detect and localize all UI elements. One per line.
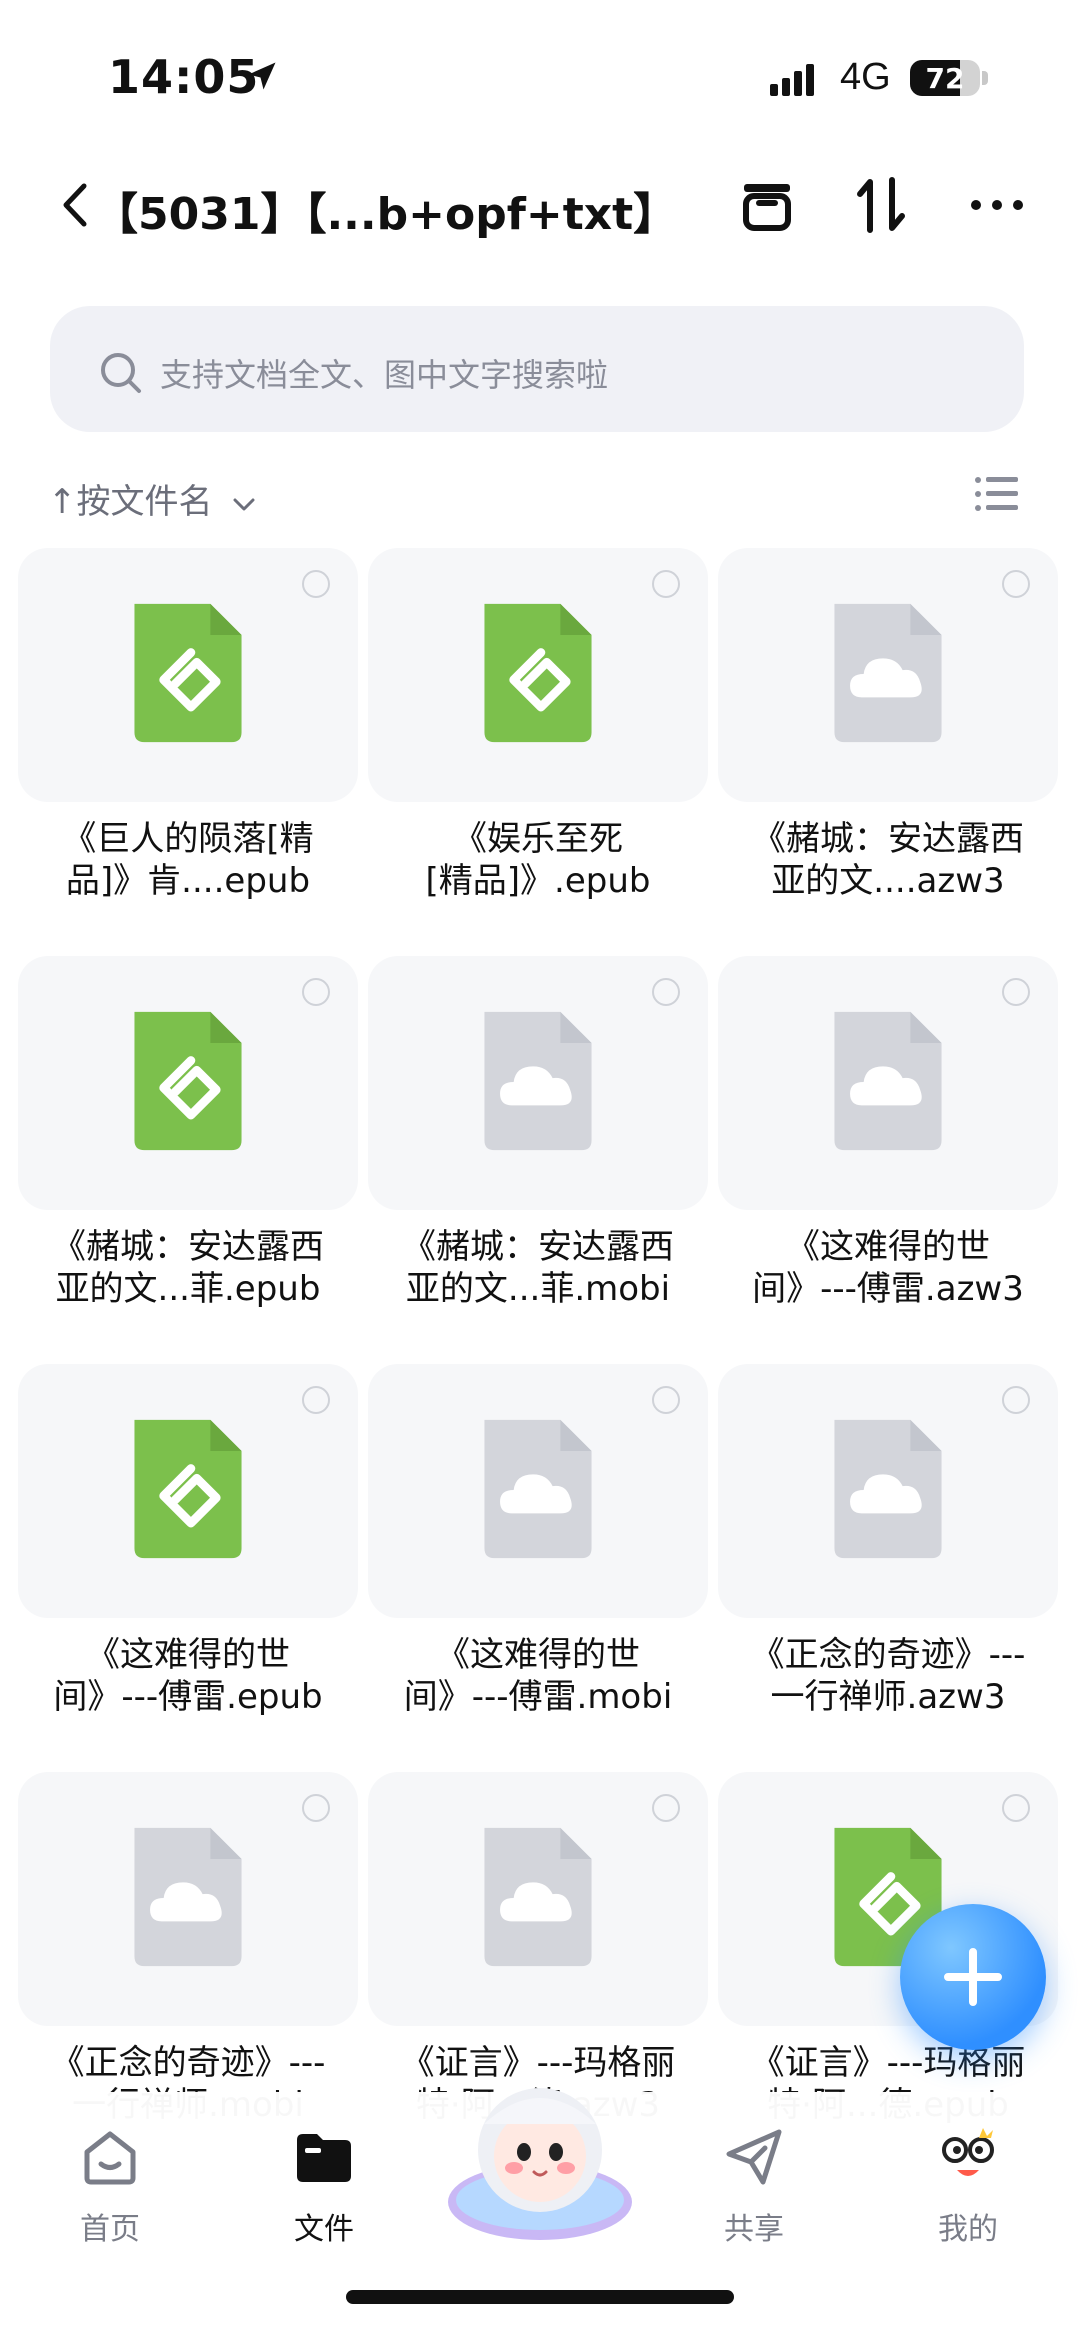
file-name[interactable]: 《巨人的陨落[精 品]》肯....epub [18, 818, 358, 902]
file-name-line2: 亚的文...菲.mobi [405, 1269, 671, 1309]
file-tile[interactable] [18, 1772, 358, 2026]
tab-home[interactable]: 首页 [40, 2124, 180, 2254]
home-icon [84, 2131, 136, 2185]
file-name-line2: 间》---傅雷.mobi [403, 1677, 673, 1717]
cloud-file-icon [134, 1827, 242, 1967]
tab-label-home: 首页 [80, 2212, 140, 2247]
select-radio[interactable] [1002, 978, 1030, 1006]
file-name[interactable]: 《这难得的世 间》---傅雷.azw3 [718, 1226, 1058, 1310]
file-tile[interactable] [368, 1772, 708, 2026]
back-chevron-icon[interactable] [58, 180, 92, 230]
file-name-line2: 亚的文....azw3 [771, 861, 1005, 901]
file-name-line1: 《这难得的世 [786, 1227, 990, 1267]
file-tile[interactable] [718, 548, 1058, 802]
file-name-line1: 《这难得的世 [86, 1635, 290, 1675]
tab-profile[interactable]: 我的 [898, 2124, 1038, 2254]
select-radio[interactable] [652, 570, 680, 598]
plus-icon [944, 1948, 1002, 2006]
sort-selector[interactable]: ↑按文件名 [48, 474, 259, 523]
file-name-line2: 品]》肯....epub [65, 861, 311, 901]
file-tile[interactable] [368, 548, 708, 802]
select-radio[interactable] [1002, 1794, 1030, 1822]
file-name-line2: 间》---傅雷.azw3 [752, 1269, 1024, 1309]
file-name-line2: 一行禅师.azw3 [770, 1677, 1006, 1717]
epub-icon [134, 1011, 242, 1151]
file-name-line1: 《赭城：安达露西 [402, 1227, 674, 1267]
select-radio[interactable] [1002, 1386, 1030, 1414]
file-name-line1: 《赭城：安达露西 [752, 819, 1024, 859]
file-name[interactable]: 《这难得的世 间》---傅雷.mobi [368, 1634, 708, 1718]
file-name-line1: 《赭城：安达露西 [52, 1227, 324, 1267]
tab-label-files: 文件 [294, 2212, 354, 2247]
file-name-line2: 亚的文...菲.epub [55, 1269, 321, 1309]
file-name[interactable]: 《赭城：安达露西 亚的文...菲.epub [18, 1226, 358, 1310]
epub-icon [134, 1419, 242, 1559]
archive-box-icon[interactable] [732, 170, 802, 240]
battery-level: 72 [925, 61, 965, 95]
cloud-file-icon [834, 1419, 942, 1559]
file-tile[interactable] [718, 956, 1058, 1210]
file-name-line2: [精品]》.epub [425, 861, 651, 901]
file-name-line2: 间》---傅雷.epub [53, 1677, 323, 1717]
file-tile[interactable] [718, 1364, 1058, 1618]
home-indicator [346, 2290, 734, 2304]
search-icon [101, 353, 141, 393]
cloud-file-icon [834, 1011, 942, 1151]
select-radio[interactable] [302, 570, 330, 598]
sort-label: ↑按文件名 [48, 482, 213, 522]
cloud-file-icon [834, 603, 942, 743]
select-radio[interactable] [652, 1386, 680, 1414]
file-tile[interactable] [18, 956, 358, 1210]
select-radio[interactable] [652, 1794, 680, 1822]
signal-icon [770, 64, 814, 96]
add-button[interactable] [900, 1904, 1046, 2050]
folder-icon [297, 2134, 351, 2182]
select-radio[interactable] [302, 978, 330, 1006]
file-name-line1: 《正念的奇迹》--- [750, 1635, 1026, 1675]
file-tile[interactable] [18, 548, 358, 802]
tab-label-share: 共享 [724, 2212, 784, 2247]
tab-share[interactable]: 共享 [684, 2124, 824, 2254]
file-name[interactable]: 《赭城：安达露西 亚的文...菲.mobi [368, 1226, 708, 1310]
file-name-line1: 《这难得的世 [436, 1635, 640, 1675]
epub-icon [134, 603, 242, 743]
battery-icon: 72 [910, 60, 980, 96]
file-tile[interactable] [18, 1364, 358, 1618]
select-radio[interactable] [1002, 570, 1030, 598]
location-arrow-icon [248, 62, 276, 90]
mascot-icon [448, 2088, 632, 2240]
search-placeholder[interactable]: 支持文档全文、图中文字搜索啦 [160, 350, 608, 396]
cloud-file-icon [484, 1827, 592, 1967]
file-name[interactable]: 《赭城：安达露西 亚的文....azw3 [718, 818, 1058, 902]
select-radio[interactable] [302, 1794, 330, 1822]
file-tile[interactable] [368, 956, 708, 1210]
cloud-file-icon [484, 1011, 592, 1151]
tab-label-profile: 我的 [938, 2212, 998, 2247]
select-radio[interactable] [652, 978, 680, 1006]
file-name-line1: 《正念的奇迹》--- [50, 2043, 326, 2083]
page-title: 【5031】【...b+opf+txt】 [94, 189, 678, 240]
tab-mascot[interactable] [440, 2072, 640, 2252]
file-name-line1: 《巨人的陨落[精 [62, 819, 314, 859]
file-name[interactable]: 《娱乐至死 [精品]》.epub [368, 818, 708, 902]
file-name-line1: 《娱乐至死 [453, 819, 623, 859]
select-radio[interactable] [302, 1386, 330, 1414]
cloud-file-icon [484, 1419, 592, 1559]
share-icon [726, 2129, 782, 2185]
epub-icon [484, 603, 592, 743]
file-name[interactable]: 《正念的奇迹》--- 一行禅师.azw3 [718, 1634, 1058, 1718]
profile-icon [942, 2128, 994, 2176]
network-type: 4G [840, 56, 891, 98]
tab-files[interactable]: 文件 [254, 2124, 394, 2254]
battery-tip [982, 71, 988, 85]
more-dots-icon[interactable] [962, 170, 1032, 240]
status-time: 14:05 [108, 50, 260, 104]
file-name[interactable]: 《这难得的世 间》---傅雷.epub [18, 1634, 358, 1718]
chevron-down-icon [233, 498, 255, 510]
list-view-icon[interactable] [974, 474, 1018, 514]
sort-arrows-icon[interactable] [846, 170, 916, 240]
file-tile[interactable] [368, 1364, 708, 1618]
